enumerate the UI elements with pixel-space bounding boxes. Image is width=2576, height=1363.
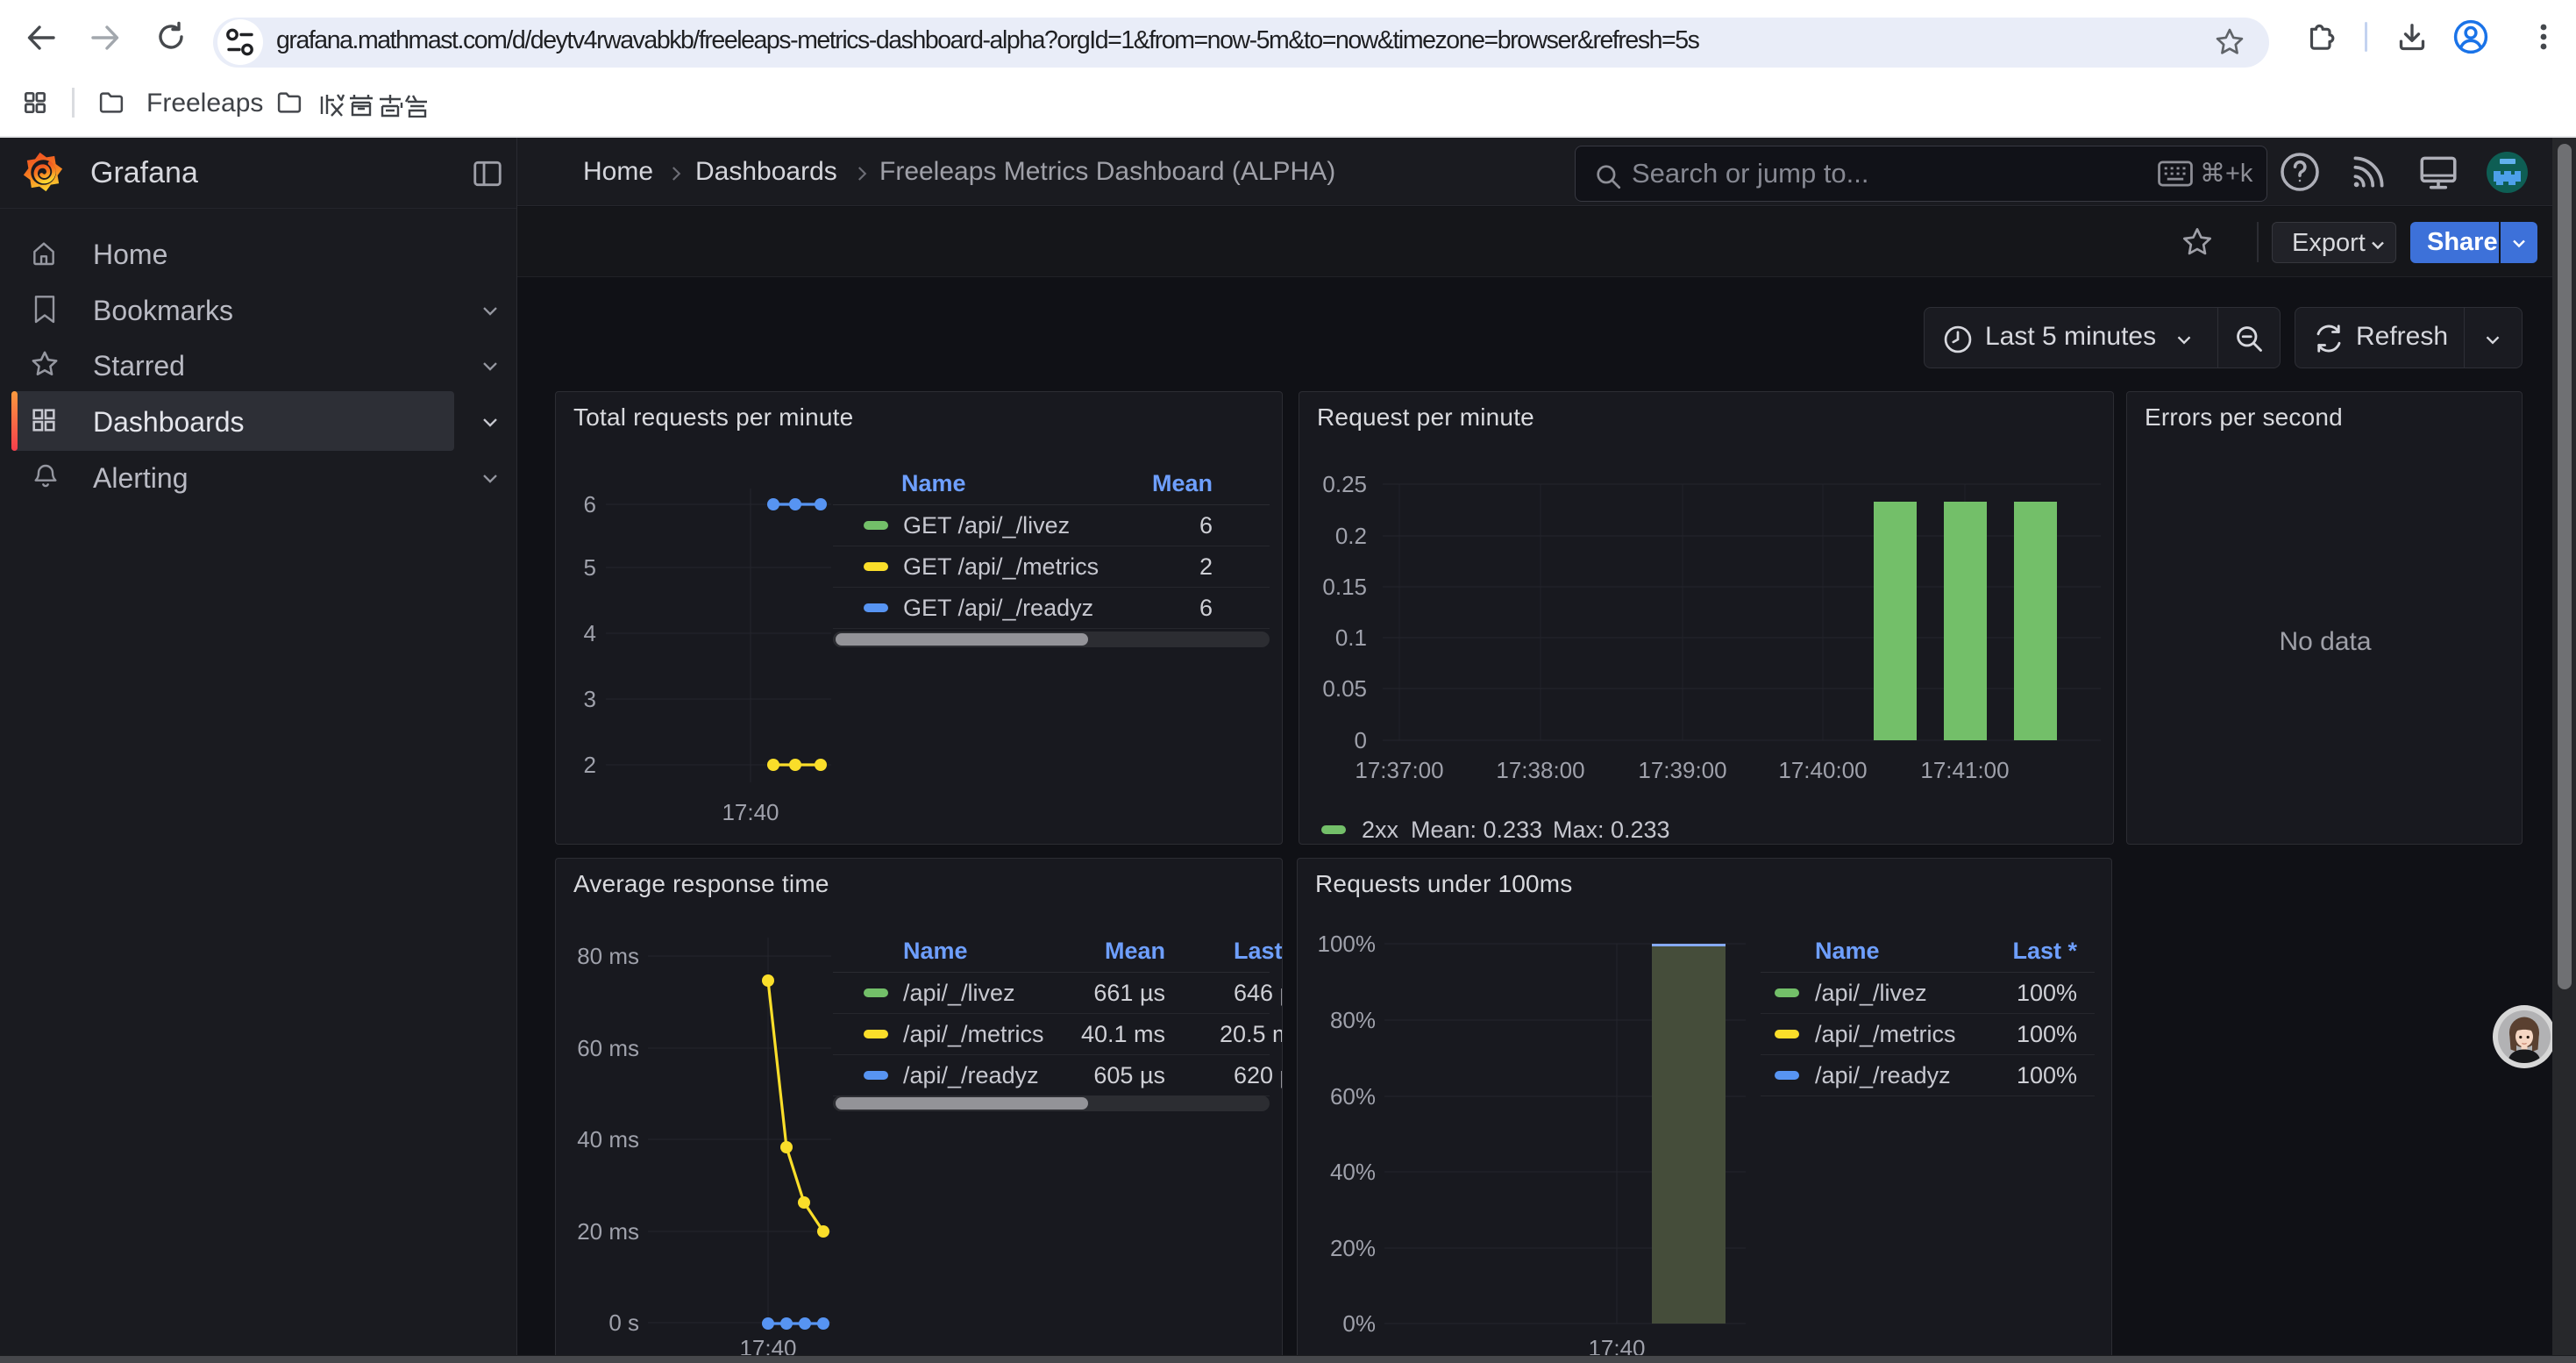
svg-text:60 ms: 60 ms [577, 1035, 639, 1061]
svg-text:17:38:00: 17:38:00 [1496, 757, 1584, 783]
svg-text:0.2: 0.2 [1335, 523, 1367, 549]
svg-text:6: 6 [584, 491, 596, 517]
svg-text:0 s: 0 s [608, 1309, 639, 1336]
svg-text:4: 4 [584, 620, 596, 646]
svg-text:20%: 20% [1330, 1235, 1376, 1261]
svg-text:0.05: 0.05 [1322, 675, 1367, 702]
svg-text:17:39:00: 17:39:00 [1638, 757, 1726, 783]
svg-text:40%: 40% [1330, 1159, 1376, 1185]
svg-text:17:40: 17:40 [722, 799, 779, 825]
svg-text:3: 3 [584, 686, 596, 712]
svg-text:17:40:00: 17:40:00 [1778, 757, 1867, 783]
svg-text:17:37:00: 17:37:00 [1355, 757, 1443, 783]
svg-text:0: 0 [1355, 727, 1367, 753]
svg-text:0.25: 0.25 [1322, 471, 1367, 497]
svg-text:100%: 100% [1318, 931, 1377, 957]
svg-text:0%: 0% [1342, 1310, 1376, 1337]
svg-text:80%: 80% [1330, 1007, 1376, 1033]
svg-text:20 ms: 20 ms [577, 1218, 639, 1245]
svg-text:0.15: 0.15 [1322, 574, 1367, 600]
svg-text:80 ms: 80 ms [577, 943, 639, 969]
svg-text:2: 2 [584, 752, 596, 778]
svg-text:5: 5 [584, 554, 596, 581]
svg-text:60%: 60% [1330, 1083, 1376, 1110]
svg-text:17:41:00: 17:41:00 [1920, 757, 2009, 783]
svg-text:40 ms: 40 ms [577, 1126, 639, 1152]
svg-text:0.1: 0.1 [1335, 624, 1367, 651]
